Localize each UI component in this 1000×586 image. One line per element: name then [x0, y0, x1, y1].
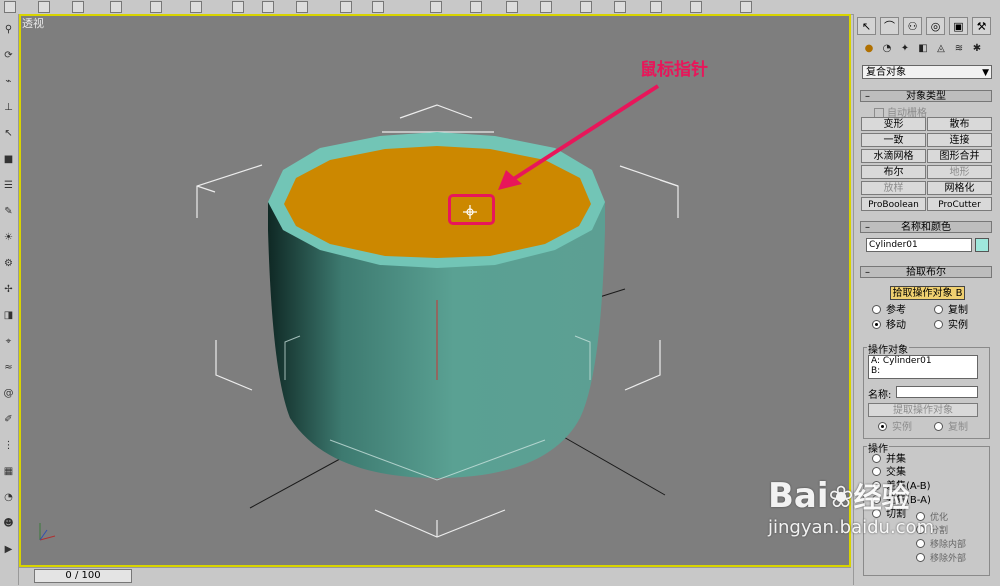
rollout-title: 拾取布尔: [906, 267, 946, 278]
paw-icon: ❀: [828, 480, 854, 515]
tab-hierarchy[interactable]: ⚇: [903, 17, 922, 35]
watermark-url: jingyan.baidu.com: [768, 517, 935, 538]
blobmesh-button[interactable]: 水滴网格: [861, 149, 926, 163]
rollout-title: 名称和颜色: [901, 222, 951, 233]
operand-name-field[interactable]: [896, 386, 978, 398]
operands-list[interactable]: A: Cylinder01 B:: [868, 355, 978, 379]
lights-icon[interactable]: ✦: [898, 42, 912, 56]
operands-title: 操作对象: [867, 341, 909, 356]
geometry-icon[interactable]: ●: [862, 42, 876, 56]
mesher-button[interactable]: 网格化: [927, 181, 992, 195]
category-dropdown[interactable]: 复合对象 ▼: [862, 65, 992, 79]
operand-b[interactable]: B:: [871, 366, 977, 376]
watermark-brand: Bai: [768, 476, 829, 516]
rollout-object-type[interactable]: – 对象类型: [860, 90, 992, 102]
radio-remove-outside[interactable]: 移除外部: [916, 553, 966, 565]
radio-extract-instance[interactable]: 实例: [878, 421, 912, 434]
radio-label: 交集: [886, 467, 906, 478]
pick-operand-b-button[interactable]: 拾取操作对象 B: [890, 286, 965, 300]
connect-button[interactable]: 连接: [927, 133, 992, 147]
tab-motion[interactable]: ◎: [926, 17, 945, 35]
radio-label: 实例: [892, 422, 912, 433]
spacewarps-icon[interactable]: ≋: [952, 42, 966, 56]
radio-label: 移动: [886, 320, 906, 331]
timeline[interactable]: [19, 567, 851, 586]
radio-move[interactable]: 移动: [872, 319, 906, 332]
extract-operand-button[interactable]: 提取操作对象: [868, 403, 978, 417]
category-dropdown-value: 复合对象: [866, 67, 906, 78]
tab-modify[interactable]: ⌒: [880, 17, 899, 35]
shapes-icon[interactable]: ◔: [880, 42, 894, 56]
object-name-field[interactable]: Cylinder01: [866, 238, 972, 252]
operation-title: 操作: [867, 440, 889, 455]
operand-a[interactable]: A: Cylinder01: [871, 356, 977, 366]
radio-label: 实例: [948, 320, 968, 331]
boolean-button[interactable]: 布尔: [861, 165, 926, 179]
radio-instance[interactable]: 实例: [934, 319, 968, 332]
radio-union[interactable]: 并集: [872, 453, 906, 466]
radio-label: 复制: [948, 305, 968, 316]
watermark-brand-2: 经验: [853, 481, 910, 514]
radio-copy[interactable]: 复制: [934, 304, 968, 317]
rollout-pick-boolean[interactable]: – 拾取布尔: [860, 266, 992, 278]
annotation-label: 鼠标指针: [640, 60, 708, 80]
shapemerge-button[interactable]: 图形合并: [927, 149, 992, 163]
radio-label: 移除外部: [930, 554, 967, 564]
radio-label: 移除内部: [930, 540, 967, 550]
radio-label: 复制: [948, 422, 968, 433]
terrain-button[interactable]: 地形: [927, 165, 992, 179]
tab-utilities[interactable]: ⚒: [972, 17, 991, 35]
radio-label: 并集: [886, 454, 906, 465]
tab-display[interactable]: ▣: [949, 17, 968, 35]
rollout-name-color[interactable]: – 名称和颜色: [860, 221, 992, 233]
axis-tripod-icon: [39, 523, 56, 541]
operand-name-label: 名称:: [868, 390, 892, 401]
time-slider[interactable]: 0 / 100: [34, 569, 132, 583]
systems-icon[interactable]: ✱: [970, 42, 984, 56]
loft-button[interactable]: 放样: [861, 181, 926, 195]
morph-button[interactable]: 变形: [861, 117, 926, 131]
scatter-button[interactable]: 散布: [927, 117, 992, 131]
pointer-highlight-box: [448, 194, 495, 225]
radio-reference[interactable]: 参考: [872, 304, 906, 317]
procutter-button[interactable]: ProCutter: [927, 197, 992, 211]
conform-button[interactable]: 一致: [861, 133, 926, 147]
cylinder-top-face: [284, 146, 591, 258]
cameras-icon[interactable]: ◧: [916, 42, 930, 56]
radio-remove-inside[interactable]: 移除内部: [916, 539, 966, 551]
radio-label: 参考: [886, 305, 906, 316]
radio-extract-copy[interactable]: 复制: [934, 421, 968, 434]
rollout-title: 对象类型: [906, 91, 946, 102]
helpers-icon[interactable]: ◬: [934, 42, 948, 56]
object-color-swatch[interactable]: [975, 238, 989, 252]
baidu-watermark: Bai❀经验 jingyan.baidu.com: [768, 478, 934, 540]
tab-create[interactable]: ↖: [857, 17, 876, 35]
grid-line: [547, 427, 666, 496]
chevron-down-icon: ▼: [982, 68, 989, 78]
proboolean-button[interactable]: ProBoolean: [861, 197, 926, 211]
